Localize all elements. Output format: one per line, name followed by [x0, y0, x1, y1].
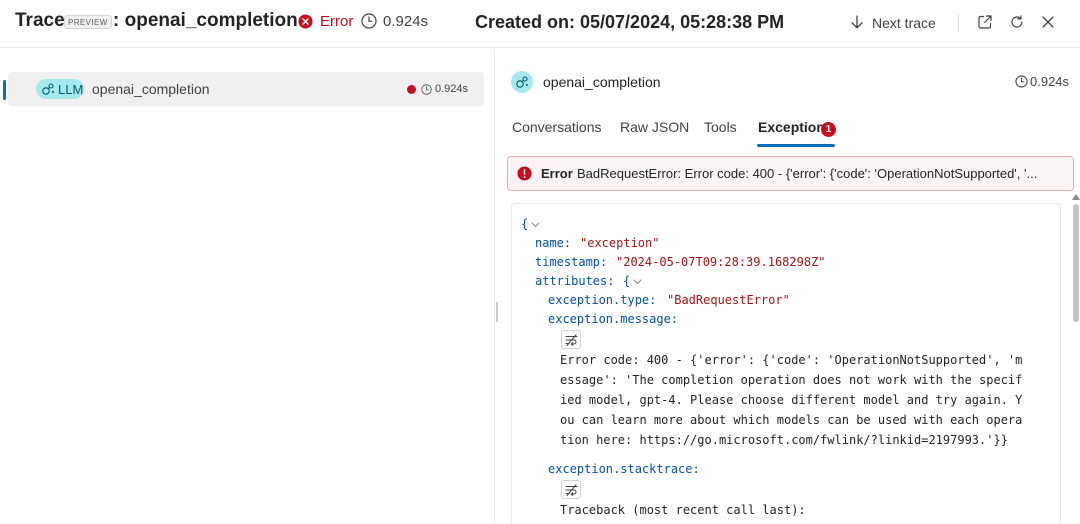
json-key-name: name:	[535, 236, 572, 250]
selection-indicator	[3, 80, 6, 100]
active-tab-indicator	[757, 144, 835, 147]
share-icon[interactable]	[977, 14, 993, 30]
refresh-icon[interactable]	[1009, 14, 1025, 30]
text-wrap-icon	[565, 484, 578, 496]
preview-badge: PREVIEW	[64, 15, 112, 29]
scrollbar-thumb[interactable]	[1073, 204, 1079, 322]
resize-handle[interactable]	[496, 302, 498, 322]
json-value-timestamp: "2024-05-07T09:28:39.168298Z"	[616, 255, 826, 269]
json-attributes-brace: {	[623, 274, 631, 288]
close-icon[interactable]	[1040, 14, 1056, 30]
chevron-down-icon[interactable]	[633, 279, 642, 285]
clock-icon	[1015, 75, 1028, 88]
created-on: Created on: 05/07/2024, 05:28:38 PM	[475, 12, 785, 32]
header-divider	[958, 14, 959, 32]
exception-message-line: tion here: https://go.microsoft.com/fwli…	[560, 433, 1008, 447]
page-title: Trace	[15, 10, 65, 31]
json-value-exception-type: "BadRequestError"	[667, 293, 790, 307]
error-message: BadRequestError: Error code: 400 - {'err…	[577, 166, 1038, 181]
text-wrap-icon	[565, 334, 578, 346]
pane-splitter	[494, 49, 495, 524]
arrow-down-icon[interactable]	[850, 15, 864, 29]
trace-header: Trace PREVIEW : openai_completion Error …	[0, 0, 1080, 48]
json-key-timestamp: timestamp:	[535, 255, 608, 269]
json-key-exception-message: exception.message:	[548, 312, 679, 326]
error-title: Error	[541, 166, 573, 181]
word-wrap-toggle[interactable]	[561, 480, 581, 499]
clock-icon	[361, 13, 377, 29]
status-text: Error	[320, 13, 354, 30]
stacktrace-line: Traceback (most recent call last):	[560, 503, 806, 517]
error-icon	[517, 166, 532, 181]
span-duration: 0.924s	[435, 83, 469, 95]
word-wrap-toggle[interactable]	[561, 330, 581, 349]
tab-raw-json[interactable]: Raw JSON	[620, 119, 689, 135]
llm-icon	[42, 83, 54, 95]
next-trace-button[interactable]: Next trace	[872, 15, 936, 31]
detail-duration: 0.924s	[1030, 74, 1070, 89]
json-open-brace: {	[521, 217, 529, 231]
tab-tools[interactable]: Tools	[704, 119, 737, 135]
exception-message-line: ou can learn more about which models can…	[560, 413, 1023, 427]
json-key-attributes: attributes:	[535, 274, 615, 288]
scroll-up-arrow[interactable]	[1072, 194, 1080, 200]
tab-conversations[interactable]: Conversations	[512, 119, 602, 135]
json-key-exception-type: exception.type:	[548, 293, 657, 307]
trace-duration: 0.924s	[383, 13, 429, 30]
llm-icon	[511, 71, 533, 93]
chevron-down-icon[interactable]	[531, 222, 540, 228]
trace-name: : openai_completion	[113, 10, 298, 31]
detail-span-name: openai_completion	[543, 74, 661, 90]
exception-message-line: essage': 'The completion operation does …	[560, 373, 1023, 387]
tab-exception[interactable]: Exception	[758, 119, 825, 135]
exception-message-line: Error code: 400 - {'error': {'code': 'Op…	[560, 353, 1023, 367]
error-icon	[298, 14, 313, 29]
json-key-exception-stacktrace: exception.stacktrace:	[548, 462, 700, 476]
exception-count-badge: 1	[821, 122, 836, 137]
clock-icon	[421, 84, 432, 95]
span-name: openai_completion	[92, 81, 210, 97]
span-kind-label: LLM	[58, 82, 84, 97]
json-value-name: "exception"	[580, 236, 660, 250]
error-status-icon	[407, 85, 416, 94]
exception-message-line: ied model, gpt-4. Please choose differen…	[560, 393, 1023, 407]
